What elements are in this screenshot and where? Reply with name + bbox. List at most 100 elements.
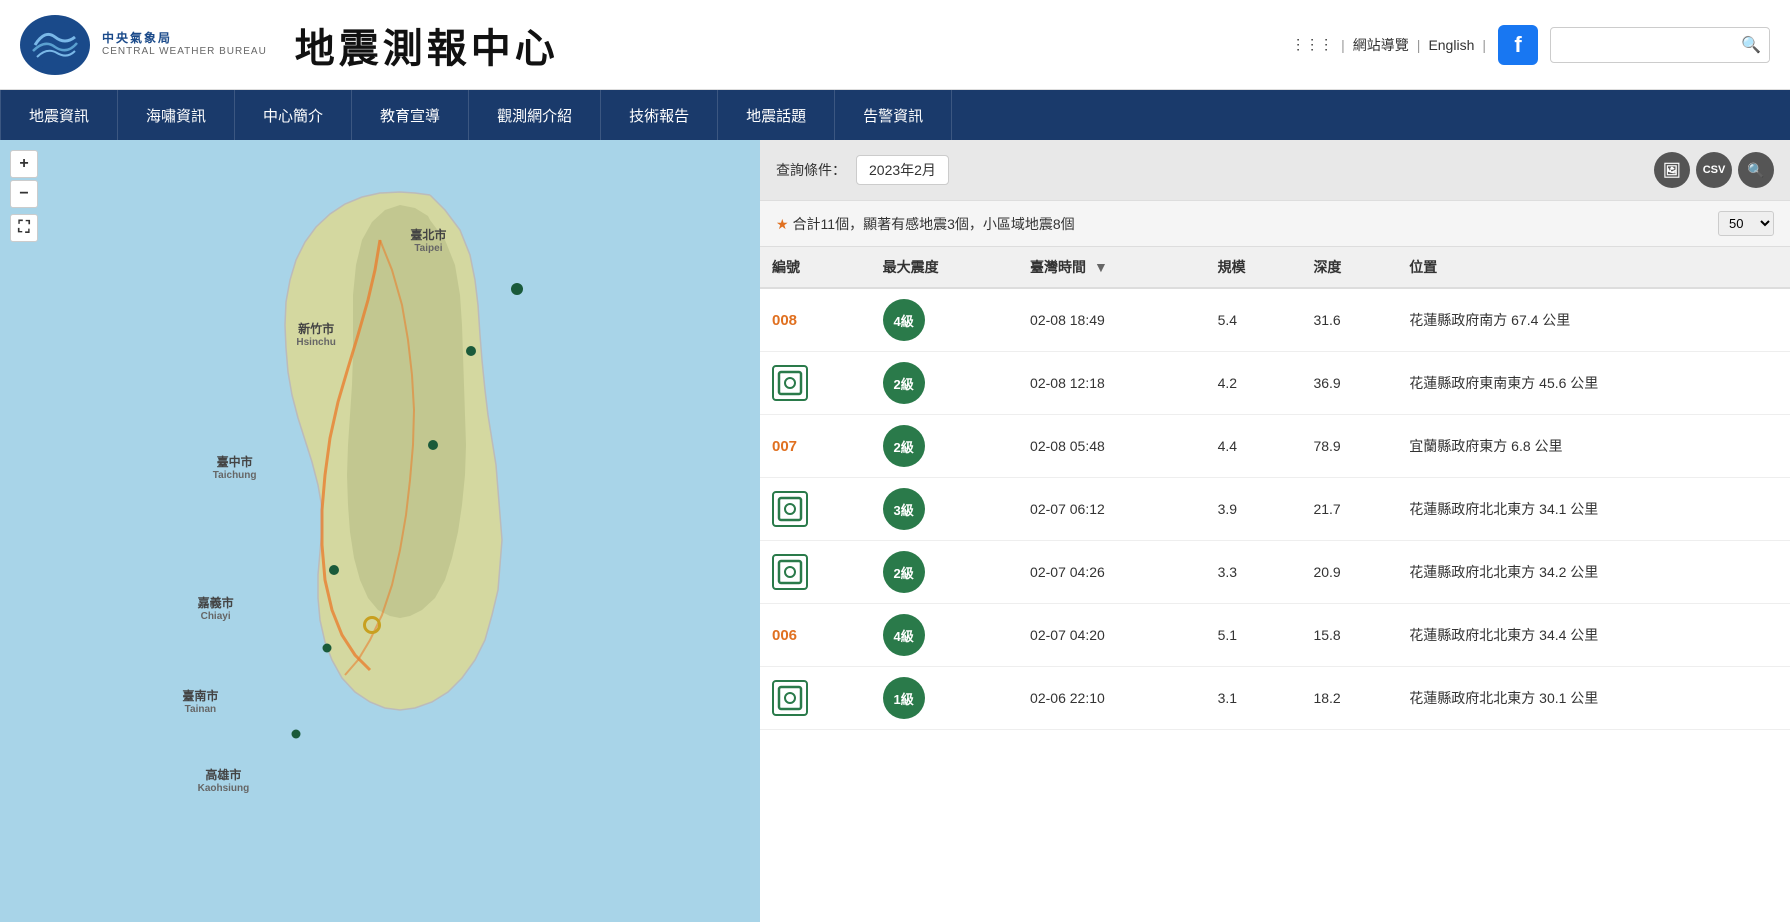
nav-item-技術報告[interactable]: 技術報告	[601, 90, 718, 140]
magnitude-badge: 4級	[883, 614, 925, 656]
search-box: 🔍	[1550, 27, 1770, 63]
logo-zh: 中央氣象局	[102, 31, 267, 45]
eq-id-icon	[772, 491, 808, 527]
eq-id-icon	[772, 365, 808, 401]
table-container: 編號 最大震度 臺灣時間 ▼ 規模 深度 位置 008 4級 02-08 18:49…	[760, 247, 1790, 922]
grid-icon[interactable]: ⋮⋮⋮	[1291, 36, 1333, 53]
per-page-select[interactable]: 50 100	[1718, 211, 1774, 236]
col-scale: 3.3	[1206, 541, 1302, 604]
table-row[interactable]: 3級 02-07 06:123.921.7花蓮縣政府北北東方 34.1 公里	[760, 478, 1790, 541]
query-label: 查詢條件：	[776, 160, 846, 180]
header: 中央氣象局 CENTRAL WEATHER BUREAU 地震測報中心 ⋮⋮⋮ …	[0, 0, 1790, 90]
eq-id: 007	[772, 438, 797, 455]
site-title: 地震測報中心	[295, 16, 559, 74]
nav-item-教育宣導[interactable]: 教育宣導	[352, 90, 469, 140]
map-svg	[0, 140, 760, 922]
col-header-depth: 深度	[1301, 247, 1397, 288]
table-row[interactable]: 2級02-08 12:184.236.9花蓮縣政府東南東方 45.6 公里	[760, 352, 1790, 415]
header-links: ⋮⋮⋮ | 網站導覽 | English |	[1291, 35, 1486, 55]
lang-switch[interactable]: English	[1428, 37, 1474, 53]
col-scale: 3.1	[1206, 667, 1302, 730]
col-scale: 4.4	[1206, 415, 1302, 478]
magnitude-badge: 4級	[883, 299, 925, 341]
summary-text: ★合計11個，顯著有感地震3個，小區域地震8個	[776, 214, 1075, 234]
table-row[interactable]: 1級 02-06 22:103.118.2花蓮縣政府北北東方 30.1 公里	[760, 667, 1790, 730]
magnitude-badge: 2級	[883, 425, 925, 467]
logo-area: 中央氣象局 CENTRAL WEATHER BUREAU 地震測報中心	[20, 15, 559, 75]
magnitude-badge: 2級	[883, 551, 925, 593]
table-row[interactable]: 006 4級 02-07 04:205.115.8花蓮縣政府北北東方 34.4 公里	[760, 604, 1790, 667]
col-time: 02-07 04:20	[1018, 604, 1206, 667]
right-panel: 查詢條件： 2023年2月 🖼 CSV 🔍 ★合計11個，顯著有感地震3個，小區…	[760, 140, 1790, 922]
col-time: 02-08 12:18	[1018, 352, 1206, 415]
summary-bar: ★合計11個，顯著有感地震3個，小區域地震8個 50 100	[760, 201, 1790, 247]
zoom-out-button[interactable]: −	[10, 180, 38, 208]
csv-export-button[interactable]: CSV	[1696, 152, 1732, 188]
table-row[interactable]: 007 2級 02-08 05:484.478.9宜蘭縣政府東方 6.8 公里	[760, 415, 1790, 478]
summary-star: ★	[776, 216, 789, 232]
nav-item-地震話題[interactable]: 地震話題	[718, 90, 835, 140]
col-depth: 15.8	[1301, 604, 1397, 667]
col-location: 花蓮縣政府南方 67.4 公里	[1397, 288, 1790, 352]
site-guide-link[interactable]: 網站導覽	[1353, 35, 1409, 55]
zoom-in-button[interactable]: +	[10, 150, 38, 178]
col-header-time[interactable]: 臺灣時間 ▼	[1018, 247, 1206, 288]
col-location: 花蓮縣政府北北東方 34.2 公里	[1397, 541, 1790, 604]
nav-item-海嘯資訊[interactable]: 海嘯資訊	[118, 90, 235, 140]
col-time: 02-07 04:26	[1018, 541, 1206, 604]
nav: 地震資訊海嘯資訊中心簡介教育宣導觀測網介紹技術報告地震話題告警資訊	[0, 90, 1790, 140]
nav-item-觀測網介紹[interactable]: 觀測網介紹	[469, 90, 601, 140]
search-input[interactable]	[1551, 31, 1731, 59]
nav-item-中心簡介[interactable]: 中心簡介	[235, 90, 352, 140]
col-scale: 4.2	[1206, 352, 1302, 415]
col-depth: 18.2	[1301, 667, 1397, 730]
magnitude-badge: 1級	[883, 677, 925, 719]
query-value[interactable]: 2023年2月	[856, 155, 949, 185]
col-header-scale: 規模	[1206, 247, 1302, 288]
col-location: 宜蘭縣政府東方 6.8 公里	[1397, 415, 1790, 478]
query-bar: 查詢條件： 2023年2月 🖼 CSV 🔍	[760, 140, 1790, 201]
nav-item-地震資訊[interactable]: 地震資訊	[0, 90, 118, 140]
map-container: + − ⛶ 臺北市Taipei 新竹市Hsinchu 臺中市Taichung 嘉…	[0, 140, 760, 922]
eq-id: 008	[772, 312, 797, 329]
eq-id-icon	[772, 554, 808, 590]
col-time: 02-06 22:10	[1018, 667, 1206, 730]
col-location: 花蓮縣政府北北東方 30.1 公里	[1397, 667, 1790, 730]
col-scale: 3.9	[1206, 478, 1302, 541]
logo-text: 中央氣象局 CENTRAL WEATHER BUREAU	[102, 31, 267, 57]
image-export-button[interactable]: 🖼	[1654, 152, 1690, 188]
col-depth: 31.6	[1301, 288, 1397, 352]
col-header-location: 位置	[1397, 247, 1790, 288]
logo-icon	[20, 15, 90, 75]
col-depth: 20.9	[1301, 541, 1397, 604]
eq-id: 006	[772, 627, 797, 644]
query-actions: 🖼 CSV 🔍	[1654, 152, 1774, 188]
col-time: 02-08 18:49	[1018, 288, 1206, 352]
col-scale: 5.1	[1206, 604, 1302, 667]
col-location: 花蓮縣政府北北東方 34.1 公里	[1397, 478, 1790, 541]
header-right: ⋮⋮⋮ | 網站導覽 | English | f 🔍	[1291, 25, 1770, 65]
table-header-row: 編號 最大震度 臺灣時間 ▼ 規模 深度 位置	[760, 247, 1790, 288]
col-depth: 21.7	[1301, 478, 1397, 541]
fullscreen-button[interactable]: ⛶	[10, 214, 38, 242]
map-controls: + − ⛶	[10, 150, 38, 242]
nav-item-告警資訊[interactable]: 告警資訊	[835, 90, 952, 140]
col-time: 02-07 06:12	[1018, 478, 1206, 541]
search-query-button[interactable]: 🔍	[1738, 152, 1774, 188]
col-location: 花蓮縣政府北北東方 34.4 公里	[1397, 604, 1790, 667]
table-row[interactable]: 008 4級 02-08 18:495.431.6花蓮縣政府南方 67.4 公里	[760, 288, 1790, 352]
col-depth: 36.9	[1301, 352, 1397, 415]
col-scale: 5.4	[1206, 288, 1302, 352]
search-button[interactable]: 🔍	[1731, 29, 1770, 61]
facebook-icon[interactable]: f	[1498, 25, 1538, 65]
logo-en: CENTRAL WEATHER BUREAU	[102, 46, 267, 58]
summary-content: 合計11個，顯著有感地震3個，小區域地震8個	[793, 216, 1075, 232]
table-row[interactable]: 2級 02-07 04:263.320.9花蓮縣政府北北東方 34.2 公里	[760, 541, 1790, 604]
magnitude-badge: 2級	[883, 362, 925, 404]
magnitude-badge: 3級	[883, 488, 925, 530]
eq-id-icon	[772, 680, 808, 716]
main-content: + − ⛶ 臺北市Taipei 新竹市Hsinchu 臺中市Taichung 嘉…	[0, 140, 1790, 922]
col-time: 02-08 05:48	[1018, 415, 1206, 478]
earthquake-table: 編號 最大震度 臺灣時間 ▼ 規模 深度 位置 008 4級 02-08 18:49…	[760, 247, 1790, 730]
col-depth: 78.9	[1301, 415, 1397, 478]
